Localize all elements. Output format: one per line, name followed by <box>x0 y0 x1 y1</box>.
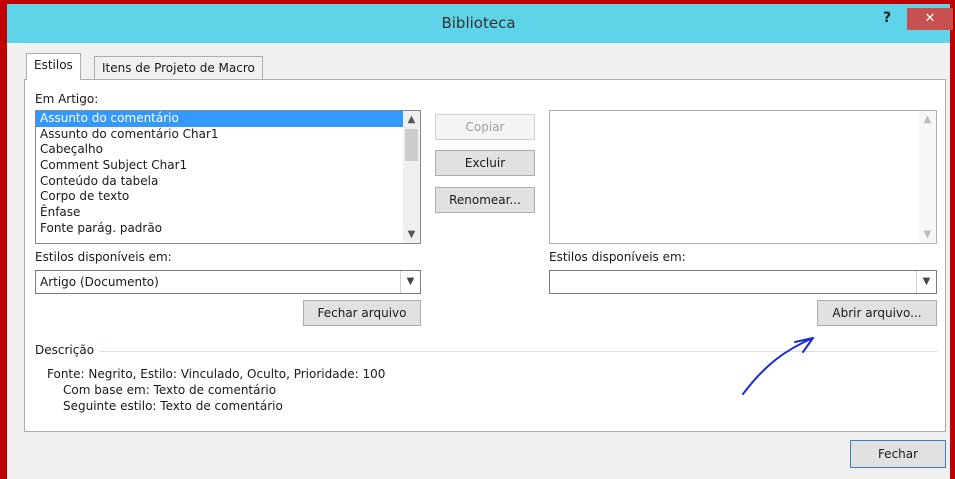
right-available-select[interactable]: ▼ <box>549 270 937 294</box>
close-window-button[interactable]: ✕ <box>907 8 953 30</box>
description-line-3: Seguinte estilo: Texto de comentário <box>63 399 283 413</box>
left-styles-list[interactable]: Assunto do comentário Assunto do comentá… <box>35 110 421 244</box>
right-styles-list[interactable]: ▲ ▼ <box>549 110 937 244</box>
description-line-2: Com base em: Texto de comentário <box>63 383 277 397</box>
left-list-label: Em Artigo: <box>35 92 99 106</box>
list-item[interactable]: Fonte parág. padrão <box>36 221 420 237</box>
scroll-up-icon[interactable]: ▲ <box>919 111 936 128</box>
delete-button[interactable]: Excluir <box>435 150 535 176</box>
right-list-scrollbar[interactable]: ▲ ▼ <box>919 111 936 243</box>
scroll-down-icon[interactable]: ▼ <box>403 226 420 243</box>
tab-estilos[interactable]: Estilos <box>26 53 81 80</box>
list-item[interactable]: Assunto do comentário Char1 <box>36 127 420 143</box>
list-item[interactable]: Conteúdo da tabela <box>36 174 420 190</box>
close-dialog-button[interactable]: Fechar <box>850 440 946 468</box>
window-title: Biblioteca <box>441 14 516 32</box>
rename-button[interactable]: Renomear... <box>435 187 535 213</box>
description-line-1: Fonte: Negrito, Estilo: Vinculado, Ocult… <box>47 367 386 381</box>
left-available-value: Artigo (Documento) <box>40 275 159 289</box>
left-styles-items: Assunto do comentário Assunto do comentá… <box>36 111 420 237</box>
left-list-scrollbar[interactable]: ▲ ▼ <box>403 111 420 243</box>
scroll-down-icon[interactable]: ▼ <box>919 226 936 243</box>
annotation-arrow-icon <box>742 337 814 395</box>
list-item[interactable]: Comment Subject Char1 <box>36 158 420 174</box>
tab-itens-projeto-macro[interactable]: Itens de Projeto de Macro <box>94 56 263 80</box>
scroll-up-icon[interactable]: ▲ <box>403 111 420 128</box>
scroll-thumb[interactable] <box>405 129 418 161</box>
right-available-label: Estilos disponíveis em: <box>549 250 686 264</box>
chevron-down-icon[interactable]: ▼ <box>916 271 936 293</box>
left-available-select[interactable]: Artigo (Documento) ▼ <box>35 270 421 294</box>
list-item[interactable]: Corpo de texto <box>36 189 420 205</box>
help-button[interactable]: ? <box>875 10 899 30</box>
list-item[interactable]: Ênfase <box>36 205 420 221</box>
list-item[interactable]: Assunto do comentário <box>36 111 420 127</box>
chevron-down-icon[interactable]: ▼ <box>400 271 420 293</box>
copy-button[interactable]: Copiar <box>435 114 535 140</box>
tab-panel-estilos: Em Artigo: Assunto do comentário Assunto… <box>24 79 946 432</box>
close-file-button[interactable]: Fechar arquivo <box>303 300 421 326</box>
description-label: Descrição <box>35 343 95 357</box>
title-bar: Biblioteca ? ✕ <box>7 4 953 43</box>
list-item[interactable]: Cabeçalho <box>36 142 420 158</box>
left-available-label: Estilos disponíveis em: <box>35 250 172 264</box>
